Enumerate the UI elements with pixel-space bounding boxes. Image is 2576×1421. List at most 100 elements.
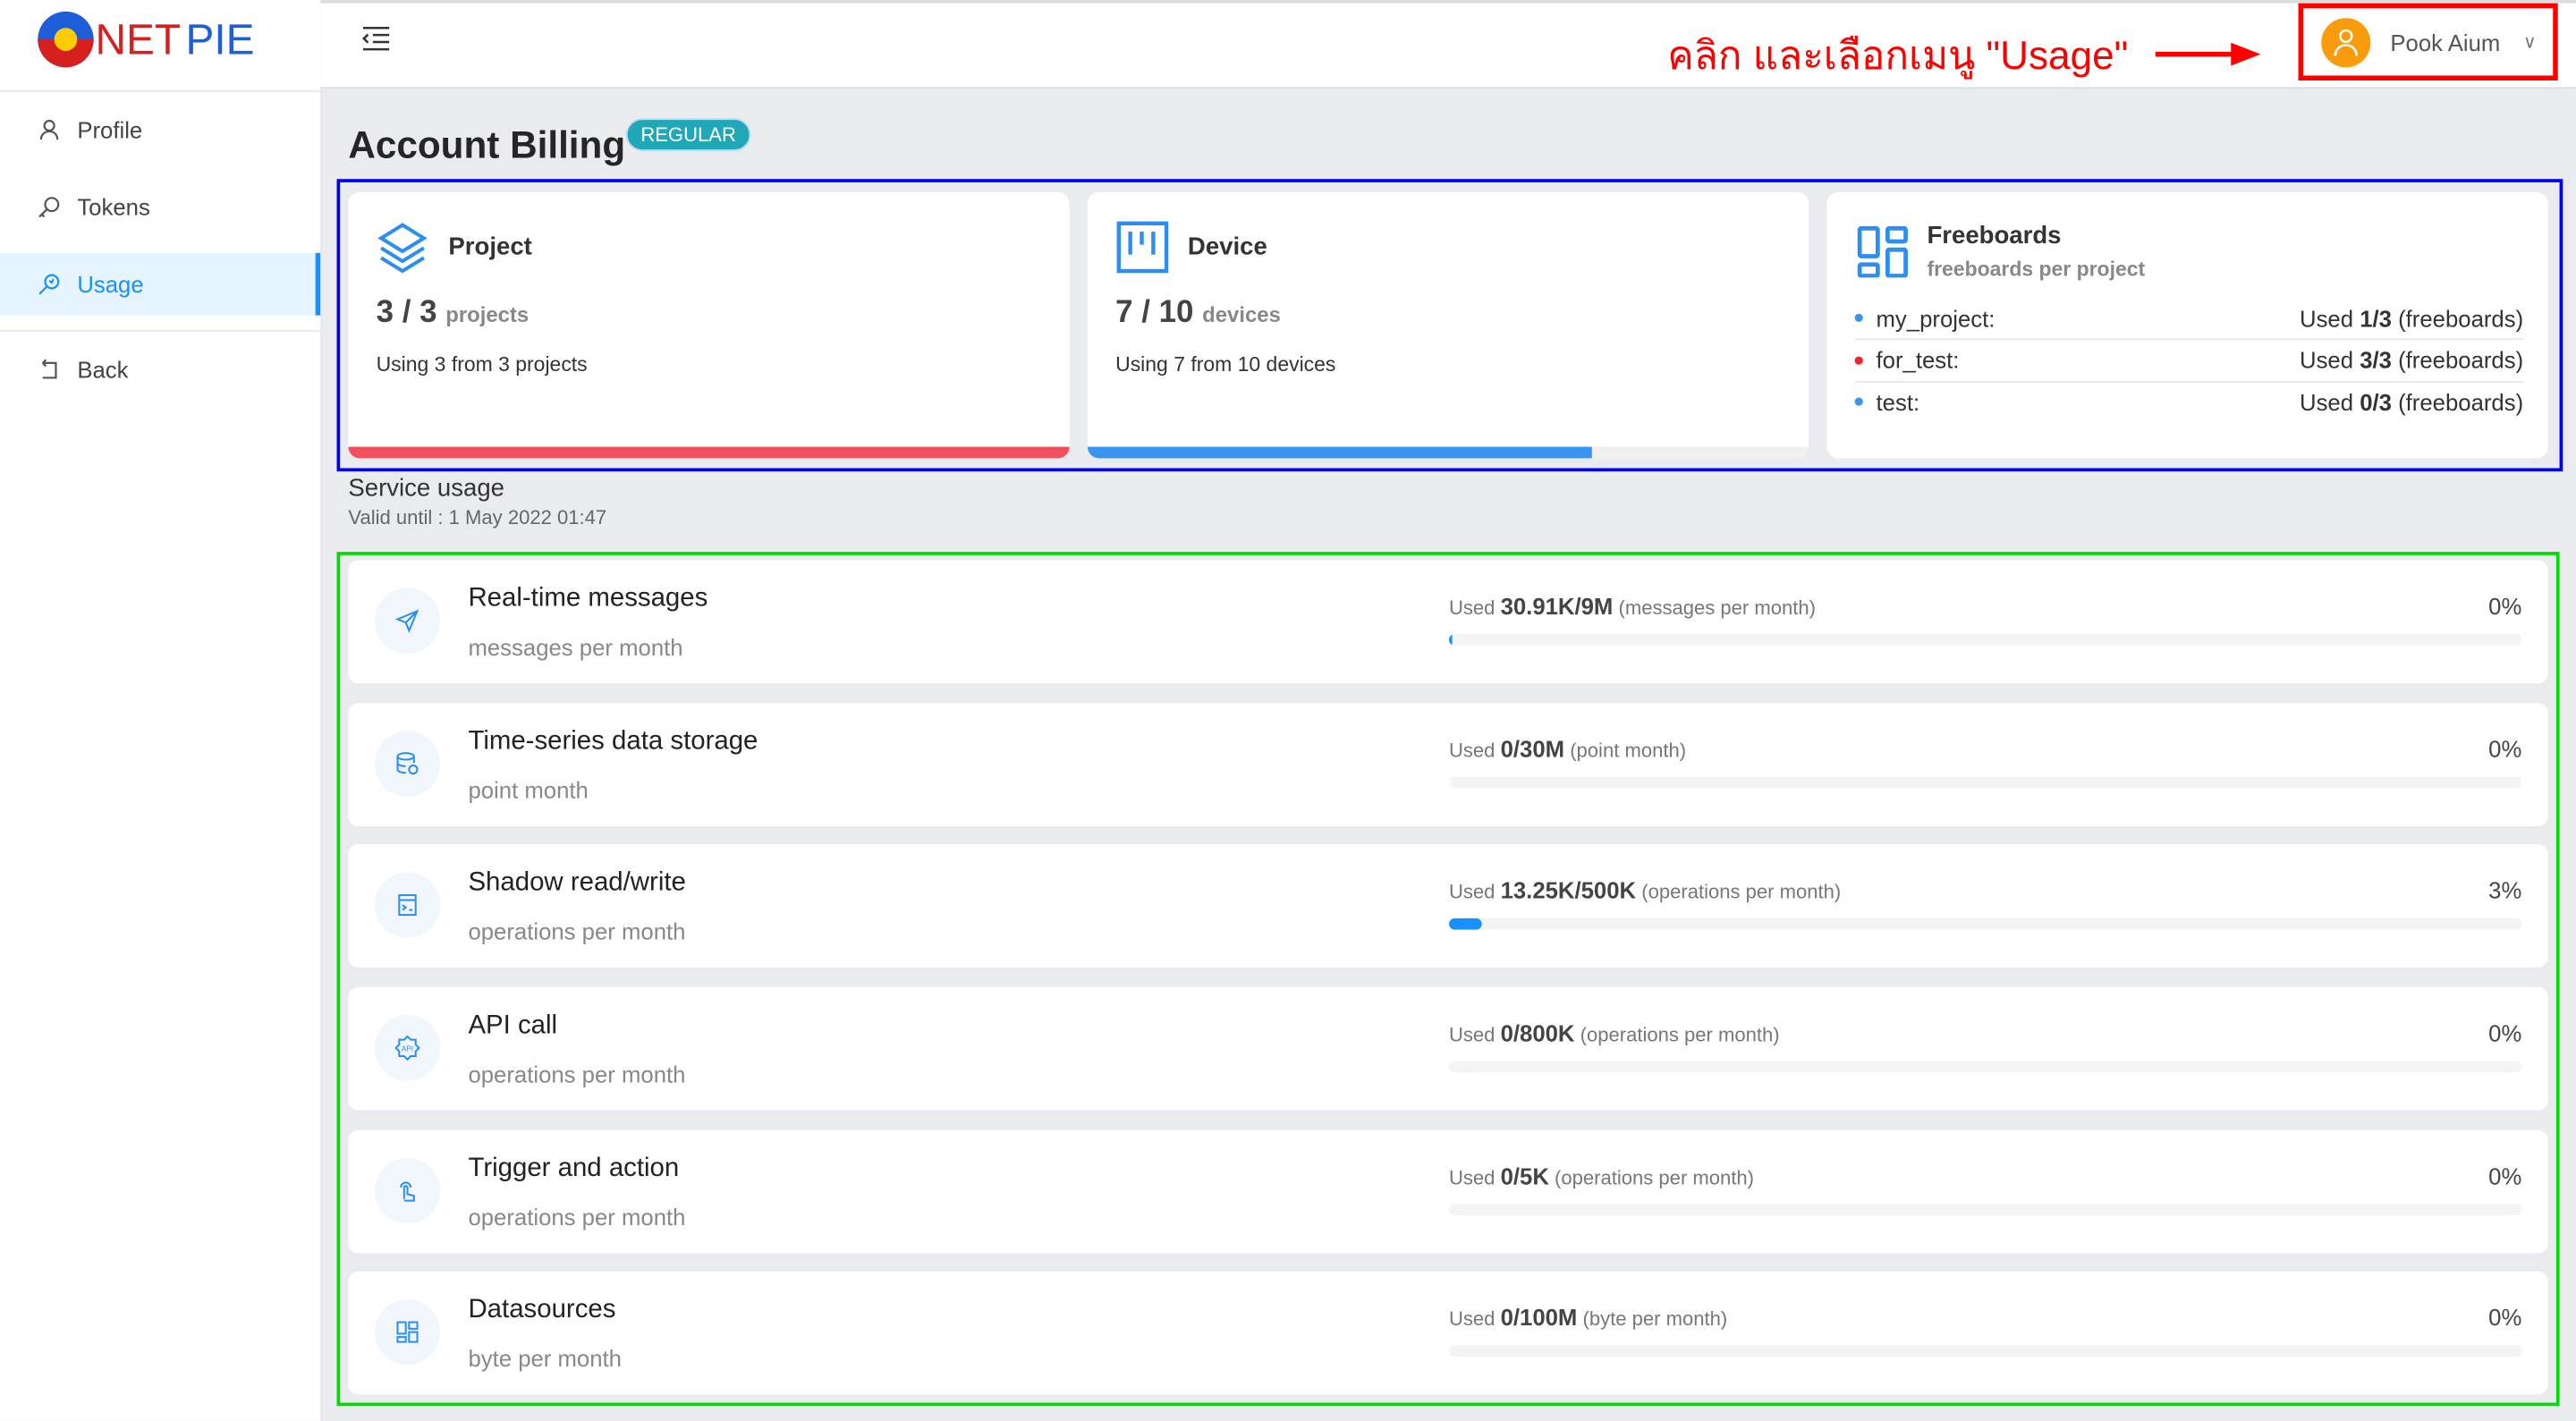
netpie-logo[interactable]: NET PIE [30,4,309,78]
freeboard-icon [1856,225,1909,286]
project-name: my_project: [1876,304,1996,332]
device-icon [1115,220,1170,283]
service-usage: Used 0/100M (byte per month) [1448,1304,1728,1331]
card-title: Project [448,233,532,262]
freeboard-usage: Used 0/3 (freeboards) [2300,388,2524,415]
user-name: Pook Aium [2390,29,2501,55]
sidebar-item-back[interactable]: Back [0,338,320,401]
layers-icon [377,222,429,283]
instruction-annotation: คลิก และเลือกเมนู "Usage" [1667,34,2129,80]
svg-text:NET: NET [96,17,182,64]
terminal-icon [374,872,441,938]
plan-badge: REGULAR [625,118,751,151]
usage-percent: 0% [2488,1163,2522,1189]
sidebar: NET PIE Profile Tokens Usage Back [0,0,322,1421]
service-row: Datasources byte per month Used 0/100M (… [348,1271,2548,1395]
service-subtitle: operations per month [468,1061,686,1087]
device-card: Device 7 / 10 devices Using 7 from 10 de… [1087,191,1809,459]
progress-bar [1448,633,2522,646]
usage-text: Using 3 from 3 projects [376,352,588,376]
divider [0,330,321,333]
sidebar-item-profile[interactable]: Profile [0,98,320,161]
sidebar-item-label: Tokens [77,193,150,221]
usage-percent: 0% [2488,1304,2522,1331]
progress-fill [1448,633,1453,646]
service-usage: Used 30.91K/9M (messages per month) [1448,593,1816,620]
freeboard-usage: Used 1/3 (freeboards) [2300,304,2524,332]
valid-until: Valid until : 1 May 2022 01:47 [348,505,607,529]
page-title: Account Billing [348,123,626,166]
status-dot [1854,355,1863,364]
progress-bar [1448,1061,2522,1073]
project-name: test: [1876,388,1920,415]
service-subtitle: operations per month [468,918,686,945]
sidebar-item-label: Profile [77,116,143,143]
arrow-right-icon [2155,41,2261,76]
freeboard-row: test: Used 0/3 (freeboards) [1854,381,2524,422]
sidebar-item-usage[interactable]: Usage [0,252,321,316]
service-row: API API call operations per month Used 0… [348,986,2548,1111]
service-title: API call [468,1011,558,1040]
touch-icon [374,1157,441,1224]
service-row: Real-time messages messages per month Us… [348,560,2548,684]
sidebar-item-label: Usage [77,271,144,298]
service-title: Time-series data storage [468,727,758,756]
usage-percent: 3% [2488,876,2522,904]
progress-bar [348,446,1070,459]
usage-text: Using 7 from 10 devices [1115,352,1336,376]
service-row: Shadow read/write operations per month U… [348,844,2548,968]
key-icon [38,196,64,219]
device-count: 7 / 10 devices [1115,295,1281,331]
project-name: for_test: [1876,346,1960,373]
progress-bar [1448,918,2522,930]
sidebar-item-tokens[interactable]: Tokens [0,176,320,239]
project-count: 3 / 3 projects [376,295,530,331]
service-row: Trigger and action operations per month … [348,1129,2548,1254]
service-subtitle: point month [468,776,589,804]
avatar [2321,17,2371,67]
progress-fill [1448,918,1481,930]
freeboard-row: my_project: Used 1/3 (freeboards) [1854,297,2524,341]
usage-percent: 0% [2488,735,2522,763]
status-dot [1854,397,1863,406]
service-subtitle: operations per month [468,1204,686,1231]
project-card: Project 3 / 3 projects Using 3 from 3 pr… [348,191,1070,459]
user-icon [38,118,64,141]
usage-percent: 0% [2488,1019,2522,1046]
card-title: Device [1187,233,1267,262]
api-icon: API [374,1015,441,1081]
progress-bar [1448,1204,2522,1216]
dashboard-icon [374,1298,441,1366]
menu-fold-icon[interactable] [361,26,390,59]
service-subtitle: byte per month [468,1345,622,1372]
service-usage: Used 13.25K/500K (operations per month) [1448,876,1842,904]
card-title: Freeboards [1927,221,2062,250]
sidebar-item-label: Back [77,356,129,383]
database-icon [374,731,441,797]
status-dot [1854,313,1863,322]
service-title: Trigger and action [468,1155,680,1183]
progress-fill [348,446,1070,459]
service-title: Datasources [468,1296,616,1324]
service-subtitle: messages per month [468,633,683,661]
card-subtitle: freeboards per project [1927,258,2146,282]
service-title: Shadow read/write [468,868,686,897]
svg-text:API: API [402,1045,413,1053]
usage-percent: 0% [2488,593,2522,620]
service-title: Real-time messages [468,584,708,613]
progress-bar [1448,776,2522,789]
section-title: Service usage [348,474,504,503]
send-icon [374,588,441,655]
progress-bar [1448,1345,2522,1358]
service-usage: Used 0/5K (operations per month) [1448,1163,1755,1189]
svg-text:PIE: PIE [186,17,255,64]
freeboards-card: Freeboards freeboards per project my_pro… [1826,191,2548,459]
service-row: Time-series data storage point month Use… [348,703,2548,826]
progress-bar [1087,446,1809,459]
service-usage: Used 0/800K (operations per month) [1448,1019,1780,1046]
divider [0,90,321,92]
user-menu[interactable]: Pook Aium ∨ [2298,3,2558,80]
usage-icon [38,273,64,296]
chevron-down-icon: ∨ [2523,32,2537,53]
service-usage: Used 0/30M (point month) [1448,735,1687,763]
